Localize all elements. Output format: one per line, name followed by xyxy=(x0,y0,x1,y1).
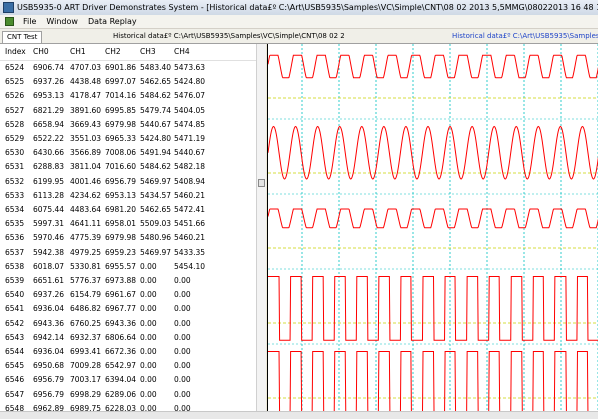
waveform-chart xyxy=(268,44,598,419)
column-header[interactable]: CH1 xyxy=(70,44,86,60)
column-header[interactable]: Index xyxy=(5,44,26,60)
column-header[interactable]: CH0 xyxy=(33,44,49,60)
app-icon xyxy=(3,2,14,13)
tab-historical-data-active[interactable]: Historical data£º C:\Art\USB5935\Samples… xyxy=(452,31,598,43)
waveform-trace-ch1 xyxy=(268,125,598,180)
tab-row: CNT Test Historical data£º C:\Art\USB593… xyxy=(0,29,598,44)
column-header[interactable]: CH4 xyxy=(174,44,190,60)
window-titlebar: USB5935-0 ART Driver Demonstrates System… xyxy=(0,0,598,16)
vertical-scrollbar[interactable] xyxy=(256,44,266,419)
menu-data-replay[interactable]: Data Replay xyxy=(83,17,142,26)
tab-cnt-test[interactable]: CNT Test xyxy=(2,31,43,43)
waveform-plot xyxy=(267,44,598,419)
document-icon[interactable] xyxy=(5,17,14,26)
window-title: USB5935-0 ART Driver Demonstrates System… xyxy=(17,3,598,12)
waveform-trace-ch2 xyxy=(268,208,598,229)
menu-bar: File Window Data Replay xyxy=(0,15,598,29)
column-header[interactable]: CH2 xyxy=(105,44,121,60)
scrollbar-thumb[interactable] xyxy=(258,179,265,187)
data-table: Index CH0 CH1 CH2 CH3 CH4 6524 6906.74 470… xyxy=(0,44,256,419)
column-header[interactable]: CH3 xyxy=(140,44,156,60)
horizontal-scrollbar[interactable] xyxy=(0,411,598,419)
tab-historical-data[interactable]: Historical data£º C:\Art\USB5935\Samples… xyxy=(113,31,345,43)
table-header: Index CH0 CH1 CH2 CH3 CH4 xyxy=(0,44,256,61)
menu-file[interactable]: File xyxy=(18,17,41,26)
waveform-trace-ch3 xyxy=(268,276,598,341)
waveform-trace-ch0 xyxy=(268,54,598,79)
menu-window[interactable]: Window xyxy=(41,17,83,26)
waveform-trace-ch4 xyxy=(268,351,598,416)
